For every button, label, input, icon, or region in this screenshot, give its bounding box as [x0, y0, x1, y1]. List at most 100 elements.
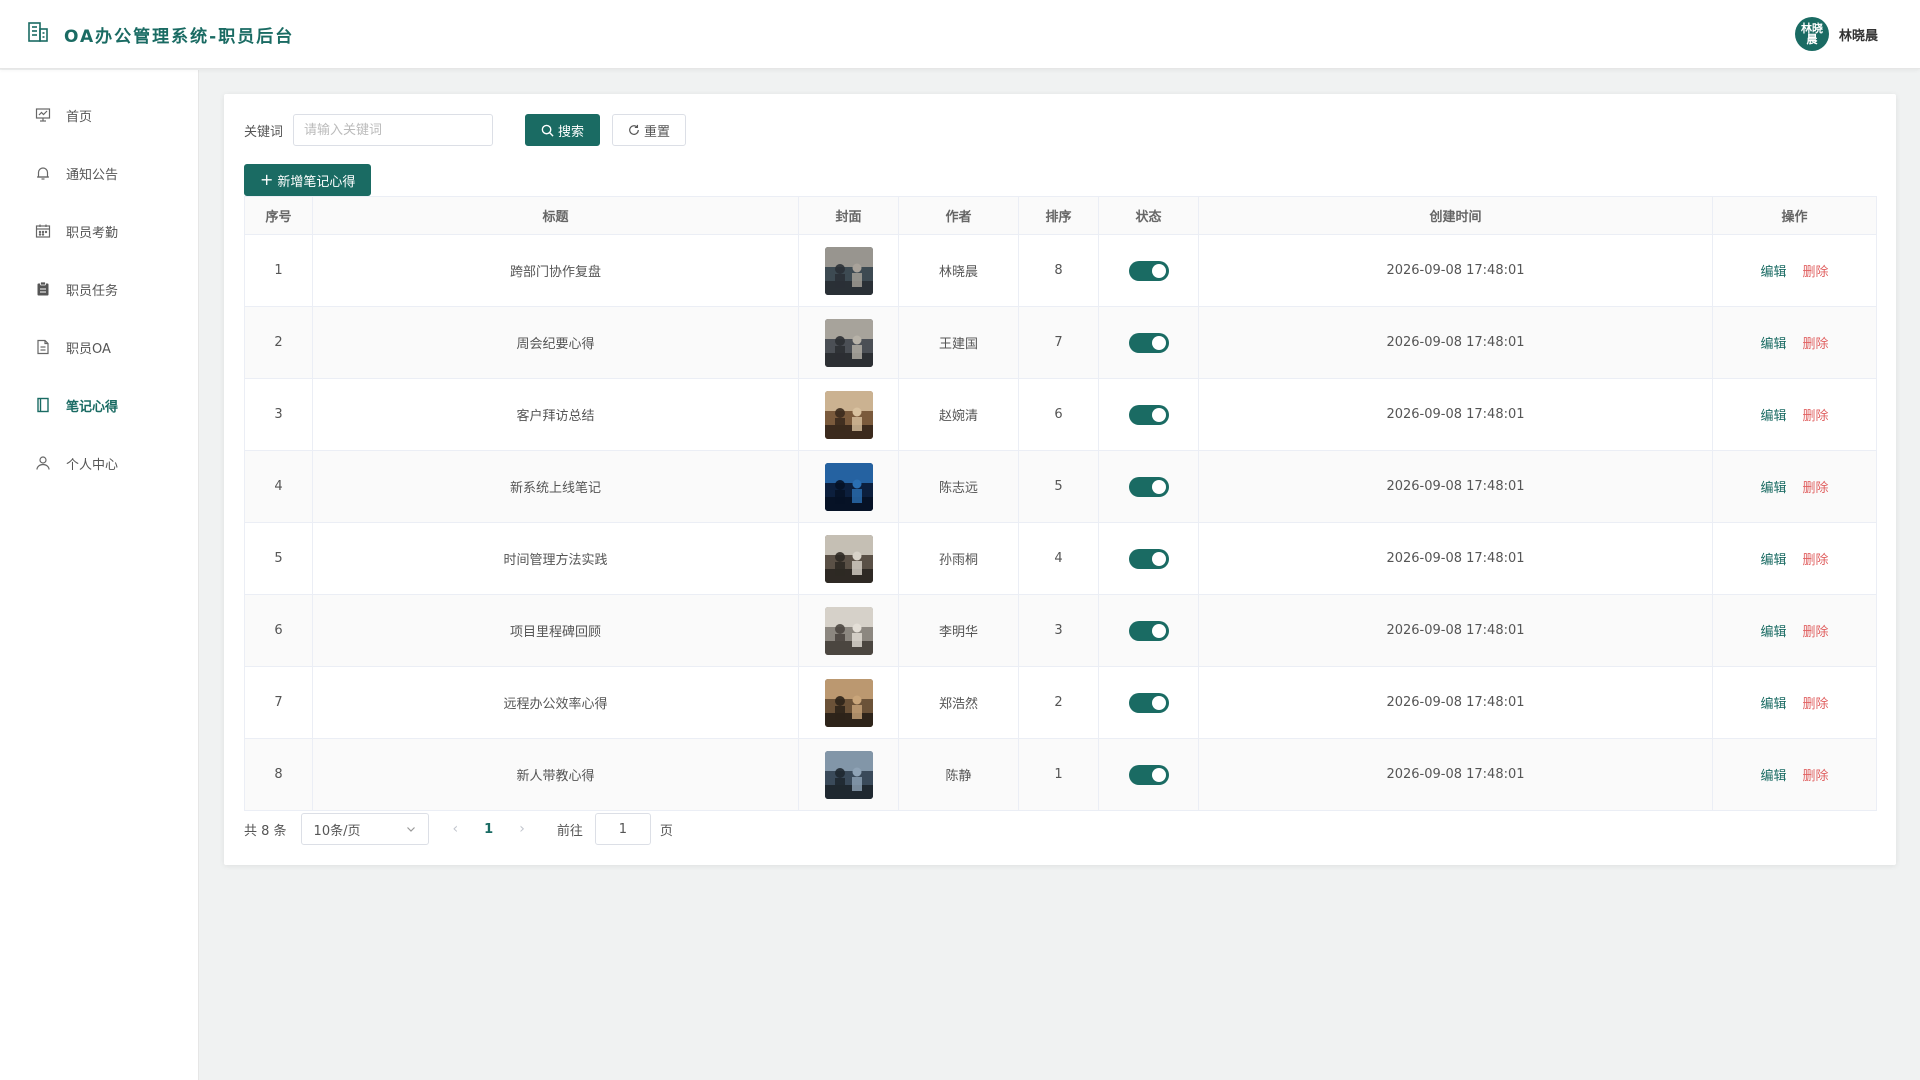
prev-page-icon[interactable]: ‹ [453, 821, 459, 837]
toggle-knob [1151, 479, 1166, 494]
top-header: OA办公管理系统-职员后台 林晓晨 林晓晨 [0, 0, 1920, 69]
row-cover [798, 378, 899, 451]
office-photo-icon[interactable] [824, 318, 873, 367]
edit-button[interactable]: 编辑 [1760, 265, 1786, 280]
toggle-knob [1151, 623, 1166, 638]
status-toggle[interactable] [1128, 404, 1169, 425]
status-toggle[interactable] [1128, 692, 1169, 713]
row-status [1098, 738, 1199, 811]
sidebar-item-notes[interactable]: 笔记心得 [0, 376, 198, 434]
col-sort[interactable]: 排序 [1018, 196, 1099, 235]
workstation-photo-icon[interactable] [824, 750, 873, 799]
col-title[interactable]: 标题 [312, 196, 799, 235]
row-cover [798, 594, 899, 667]
sidebar-item-home[interactable]: 首页 [0, 86, 198, 144]
table-row[interactable]: 6 项目里程碑回顾 李明华 3 2026-09-08 17:48:01 编辑 删除 [244, 594, 1877, 667]
row-title: 跨部门协作复盘 [312, 234, 799, 307]
row-cover [798, 234, 899, 307]
status-toggle[interactable] [1128, 260, 1169, 281]
edit-button[interactable]: 编辑 [1760, 625, 1786, 640]
row-author: 陈静 [898, 738, 1019, 811]
meeting-photo-icon[interactable] [824, 246, 873, 295]
row-created: 2026-09-08 17:48:01 [1198, 738, 1713, 811]
user-name[interactable]: 林晓晨 [1839, 25, 1878, 44]
notebook-icon [34, 396, 52, 414]
col-index[interactable]: 序号 [244, 196, 313, 235]
desk-photo-icon[interactable] [824, 678, 873, 727]
col-created[interactable]: 创建时间 [1198, 196, 1713, 235]
keyword-input[interactable] [293, 114, 494, 146]
edit-button[interactable]: 编辑 [1760, 481, 1786, 496]
row-sort: 2 [1018, 666, 1099, 739]
table-row[interactable]: 1 跨部门协作复盘 林晓晨 8 2026-09-08 17:48:01 编辑 删除 [244, 234, 1877, 307]
toggle-knob [1151, 335, 1166, 350]
row-actions: 编辑 删除 [1712, 234, 1877, 307]
edit-button[interactable]: 编辑 [1760, 409, 1786, 424]
delete-button[interactable]: 删除 [1803, 697, 1829, 712]
table-row[interactable]: 7 远程办公效率心得 郑浩然 2 2026-09-08 17:48:01 编辑 删除 [244, 666, 1877, 739]
delete-button[interactable]: 删除 [1803, 553, 1829, 568]
delete-button[interactable]: 删除 [1803, 409, 1829, 424]
next-page-icon[interactable]: › [519, 821, 525, 837]
edit-button[interactable]: 编辑 [1760, 553, 1786, 568]
row-cover [798, 306, 899, 379]
goto-page-input[interactable] [594, 813, 651, 845]
add-note-button[interactable]: + 新增笔记心得 [244, 164, 372, 196]
row-status [1098, 378, 1199, 451]
row-created: 2026-09-08 17:48:01 [1198, 450, 1713, 523]
delete-button[interactable]: 删除 [1803, 337, 1829, 352]
user-menu[interactable]: 林晓晨 林晓晨 [1794, 17, 1894, 51]
sidebar-item-notices[interactable]: 通知公告 [0, 144, 198, 202]
reset-button[interactable]: 重置 [612, 114, 687, 146]
status-toggle[interactable] [1128, 332, 1169, 353]
delete-button[interactable]: 删除 [1803, 481, 1829, 496]
row-index: 3 [244, 378, 313, 451]
col-actions[interactable]: 操作 [1712, 196, 1877, 235]
table-row[interactable]: 8 新人带教心得 陈静 1 2026-09-08 17:48:01 编辑 删除 [244, 738, 1877, 811]
page-size-select[interactable]: 10条/页 [300, 813, 429, 845]
sidebar-item-attendance[interactable]: 职员考勤 [0, 202, 198, 260]
row-author: 李明华 [898, 594, 1019, 667]
avatar[interactable]: 林晓晨 [1794, 17, 1829, 51]
delete-button[interactable]: 删除 [1803, 625, 1829, 640]
table-row[interactable]: 4 新系统上线笔记 陈志远 5 2026-09-08 17:48:01 编辑 删除 [244, 450, 1877, 523]
col-status[interactable]: 状态 [1098, 196, 1199, 235]
row-created: 2026-09-08 17:48:01 [1198, 306, 1713, 379]
status-toggle[interactable] [1128, 620, 1169, 641]
sidebar-item-label: 个人中心 [66, 457, 119, 473]
notebook-photo-icon[interactable] [824, 534, 873, 583]
toggle-knob [1151, 551, 1166, 566]
row-index: 4 [244, 450, 313, 523]
sidebar-item-tasks[interactable]: 职员任务 [0, 260, 198, 318]
add-note-label: 新增笔记心得 [277, 174, 356, 190]
delete-button[interactable]: 删除 [1803, 769, 1829, 784]
table-row[interactable]: 2 周会纪要心得 王建国 7 2026-09-08 17:48:01 编辑 删除 [244, 306, 1877, 379]
sidebar-item-label: 职员考勤 [66, 225, 119, 241]
table-row[interactable]: 5 时间管理方法实践 孙雨桐 4 2026-09-08 17:48:01 编辑 删除 [244, 522, 1877, 595]
calendar-icon [34, 222, 52, 240]
page-number-current[interactable]: 1 [484, 822, 493, 837]
status-toggle[interactable] [1128, 764, 1169, 785]
sidebar-item-profile[interactable]: 个人中心 [0, 434, 198, 492]
col-cover[interactable]: 封面 [798, 196, 899, 235]
toggle-knob [1151, 263, 1166, 278]
status-toggle[interactable] [1128, 476, 1169, 497]
col-author[interactable]: 作者 [898, 196, 1019, 235]
edit-button[interactable]: 编辑 [1760, 769, 1786, 784]
handshake-photo-icon[interactable] [824, 390, 873, 439]
presentation-photo-icon[interactable] [824, 606, 873, 655]
row-title: 时间管理方法实践 [312, 522, 799, 595]
keyword-label: 关键词 [244, 124, 284, 140]
row-index: 5 [244, 522, 313, 595]
edit-button[interactable]: 编辑 [1760, 697, 1786, 712]
row-title: 远程办公效率心得 [312, 666, 799, 739]
delete-button[interactable]: 删除 [1803, 265, 1829, 280]
sidebar-item-oa[interactable]: 职员OA [0, 318, 198, 376]
edit-button[interactable]: 编辑 [1760, 337, 1786, 352]
monitors-photo-icon[interactable] [824, 462, 873, 511]
row-author: 陈志远 [898, 450, 1019, 523]
bell-icon [34, 164, 52, 182]
table-row[interactable]: 3 客户拜访总结 赵婉清 6 2026-09-08 17:48:01 编辑 删除 [244, 378, 1877, 451]
search-button[interactable]: 搜索 [525, 114, 601, 146]
status-toggle[interactable] [1128, 548, 1169, 569]
